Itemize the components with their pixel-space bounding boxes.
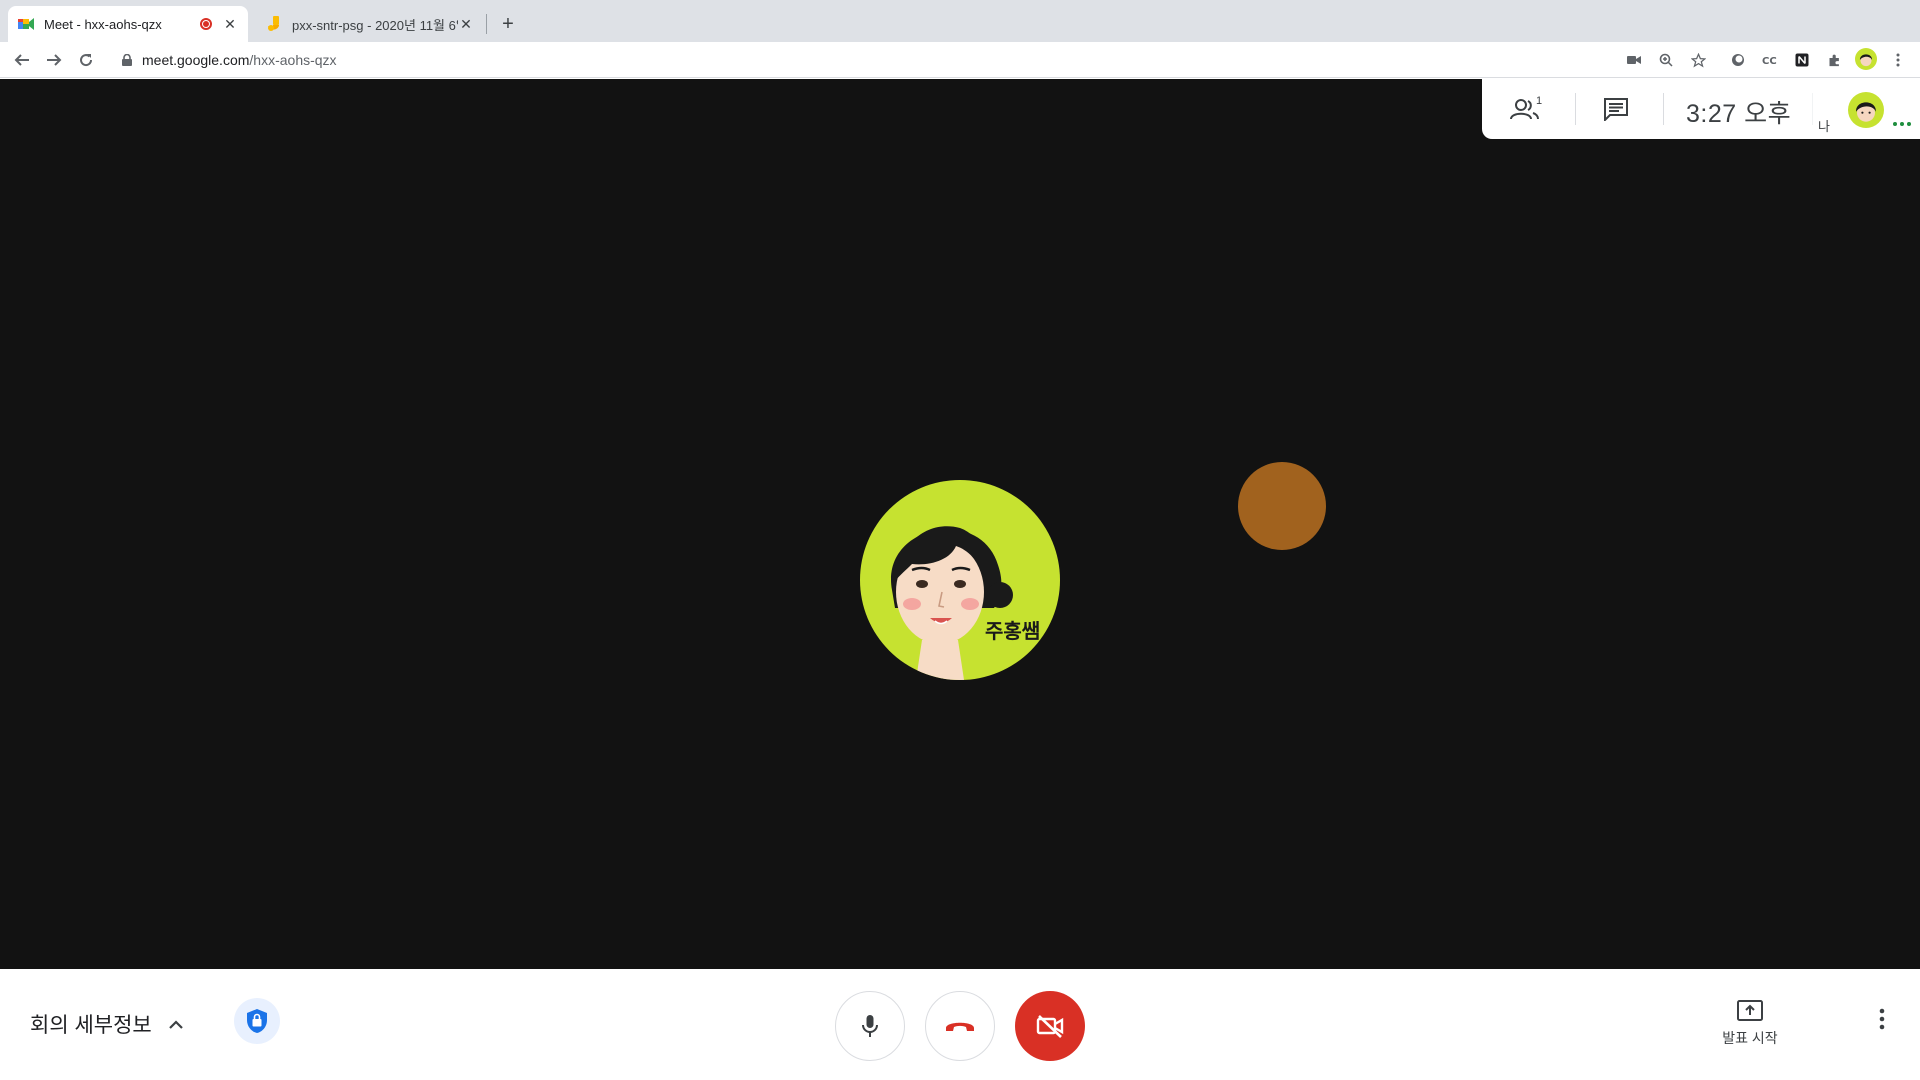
cursor-highlight	[1238, 462, 1326, 550]
back-icon[interactable]	[10, 48, 34, 72]
microphone-button[interactable]	[835, 991, 905, 1061]
panel-divider	[1575, 93, 1576, 125]
google-meet-favicon	[18, 16, 34, 32]
tab-title: pxx-sntr-psg - 2020년 11월 6일	[292, 17, 458, 33]
close-tab-icon[interactable]: ✕	[222, 16, 238, 32]
meeting-clock: 3:27 오후	[1686, 100, 1792, 128]
camera-off-icon	[1036, 1015, 1064, 1038]
svg-text:CC: CC	[1762, 56, 1777, 66]
more-options-icon[interactable]	[1870, 1007, 1894, 1031]
host-controls-button[interactable]	[234, 998, 280, 1044]
tab-title: Meet - hxx-aohs-qzx	[44, 16, 162, 32]
tab-meet[interactable]: Meet - hxx-aohs-qzx ✕	[8, 6, 248, 42]
present-screen-icon	[1736, 999, 1764, 1023]
jamboard-favicon	[266, 16, 282, 32]
tab-jamboard[interactable]: pxx-sntr-psg - 2020년 11월 6일 ✕	[256, 6, 484, 42]
meeting-details-button[interactable]: 회의 세부정보	[30, 1009, 184, 1039]
profile-avatar[interactable]	[1855, 48, 1877, 70]
url-host: meet.google.com	[142, 52, 250, 68]
puzzle-icon[interactable]	[1824, 50, 1844, 70]
present-now-button[interactable]: 발표 시작	[1710, 999, 1790, 1048]
tab-divider	[486, 14, 487, 34]
meeting-details-label: 회의 세부정보	[30, 1014, 152, 1037]
address-bar[interactable]: meet.google.com/hxx-aohs-qzx	[110, 46, 1610, 74]
lock-icon[interactable]	[122, 54, 132, 66]
leave-call-button[interactable]	[925, 991, 995, 1061]
browser-toolbar: meet.google.com/hxx-aohs-qzx CC	[0, 42, 1920, 78]
close-tab-icon[interactable]: ✕	[458, 16, 474, 32]
avatar-illustration	[891, 526, 1013, 680]
camera-icon[interactable]	[1624, 50, 1644, 70]
notion-icon[interactable]	[1792, 50, 1812, 70]
meeting-controls-bar: 회의 세부정보 발표 시작	[0, 969, 1920, 1080]
shield-lock-icon	[247, 1009, 267, 1033]
audio-activity-icon	[1893, 122, 1911, 126]
self-thumbnail[interactable]	[1848, 92, 1884, 128]
panel-divider	[1663, 93, 1664, 125]
camera-toggle-button[interactable]	[1015, 991, 1085, 1061]
present-now-label: 발표 시작	[1722, 1030, 1778, 1046]
cc-icon[interactable]: CC	[1760, 50, 1780, 70]
star-icon[interactable]	[1688, 50, 1708, 70]
participant-count-badge: 1	[1536, 95, 1543, 107]
extension-circle-icon[interactable]	[1728, 50, 1748, 70]
kebab-menu-icon[interactable]	[1888, 50, 1908, 70]
reload-icon[interactable]	[74, 48, 98, 72]
new-tab-button[interactable]: +	[498, 12, 518, 36]
chat-icon	[1604, 98, 1628, 121]
self-avatar-tile: 주홍쌤	[860, 480, 1060, 680]
self-label: 나	[1818, 119, 1830, 134]
avatar-caption: 주홍쌤	[985, 621, 1041, 643]
hang-up-icon	[946, 1022, 974, 1031]
chat-button[interactable]	[1596, 89, 1636, 129]
chevron-up-icon	[168, 1019, 184, 1029]
recording-indicator-icon	[200, 18, 212, 30]
microphone-icon	[862, 1015, 878, 1037]
zoom-icon[interactable]	[1656, 50, 1676, 70]
panel-divider	[1812, 93, 1813, 125]
url-path: /hxx-aohs-qzx	[249, 52, 337, 68]
forward-icon[interactable]	[42, 48, 66, 72]
meeting-stage: 주홍쌤 1 3:27 오후 나	[0, 79, 1920, 969]
tab-strip: Meet - hxx-aohs-qzx ✕ pxx-sntr-psg - 202…	[0, 0, 1920, 42]
